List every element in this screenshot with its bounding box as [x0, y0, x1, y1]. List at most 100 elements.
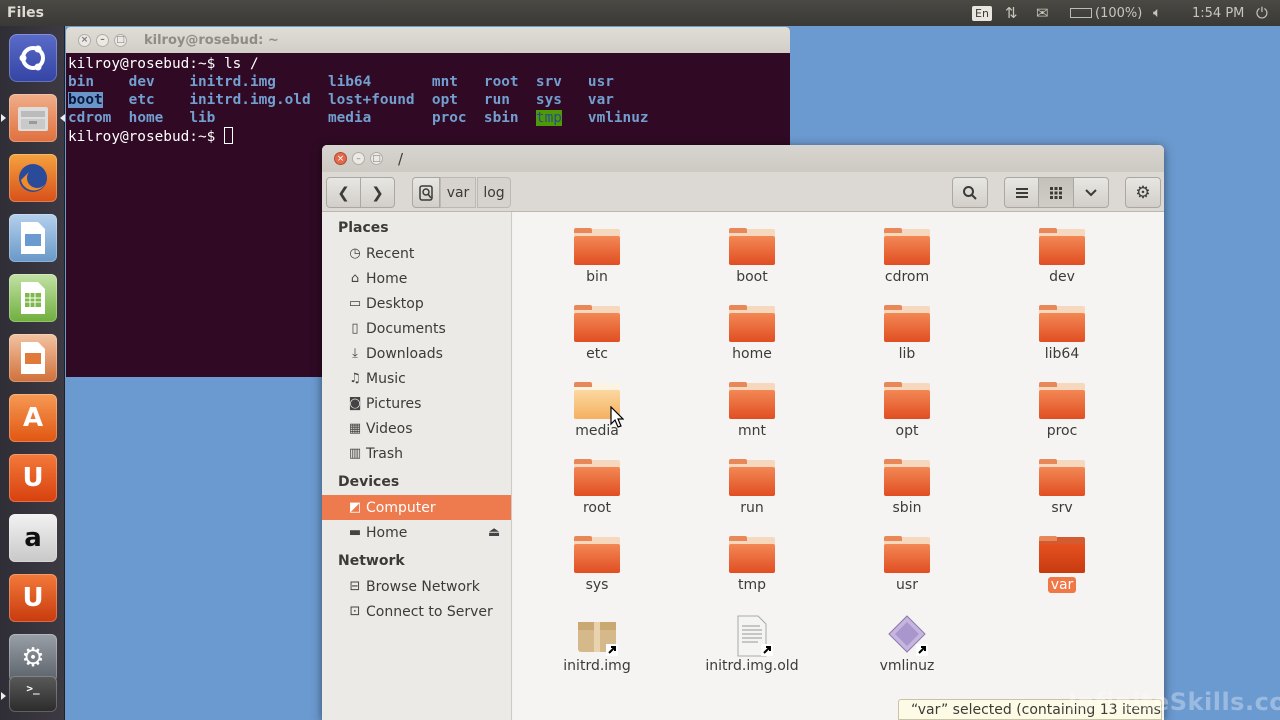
sidebar-item-music[interactable]: ♫ Music — [322, 366, 511, 391]
terminal-output[interactable]: kilroy@rosebud:~$ ls / bin dev initrd.img… — [66, 53, 790, 147]
file-item-srv[interactable]: srv — [1002, 459, 1122, 532]
file-item-home[interactable]: home — [692, 305, 812, 378]
chevron-down-icon — [1085, 188, 1097, 196]
sidebar-item-browse-network[interactable]: ⊟ Browse Network — [322, 574, 511, 599]
file-item-bin[interactable]: bin — [537, 228, 657, 301]
close-icon[interactable]: × — [78, 33, 91, 47]
folder-icon — [729, 228, 775, 265]
search-button[interactable] — [952, 177, 988, 208]
sidebar-item-home[interactable]: ▬ Home ⏏ — [322, 520, 511, 545]
launcher: A U a U ⚙ >_ — [0, 26, 65, 720]
file-item-initrd-img-old[interactable]: initrd.img.old — [692, 614, 812, 686]
file-item-dev[interactable]: dev — [1002, 228, 1122, 301]
file-item-etc[interactable]: etc — [537, 305, 657, 378]
ls-entry: proc — [431, 110, 467, 126]
power-icon[interactable]: ⏻ — [1256, 0, 1268, 26]
minimize-icon[interactable]: – — [352, 152, 365, 165]
file-item-label: sys — [585, 577, 609, 593]
file-item-tmp[interactable]: tmp — [692, 536, 812, 609]
network-icon[interactable]: ⇅ — [1005, 0, 1018, 26]
sidebar-item-recent[interactable]: ◷ Recent — [322, 241, 511, 266]
terminal-prompt: kilroy@rosebud:~$ — [68, 129, 224, 145]
file-item-cdrom[interactable]: cdrom — [847, 228, 967, 301]
amazon-icon[interactable]: a — [9, 514, 57, 562]
download-icon: ⤓ — [352, 346, 358, 361]
clock[interactable]: 1:54 PM — [1192, 0, 1244, 26]
file-item-sbin[interactable]: sbin — [847, 459, 967, 532]
file-item-var[interactable]: var — [1002, 536, 1122, 609]
home-icon: ⌂ — [350, 271, 360, 286]
volume-icon[interactable]: 🔈︎ — [1153, 0, 1161, 26]
file-item-label: sbin — [892, 500, 922, 516]
mail-icon[interactable]: ✉ — [1036, 0, 1049, 26]
ls-entry: lib64 — [327, 74, 372, 90]
battery-indicator[interactable]: (100%) — [1070, 0, 1142, 26]
list-view-button[interactable] — [1004, 177, 1039, 208]
grid-view-button[interactable] — [1038, 177, 1074, 208]
file-item-boot[interactable]: boot — [692, 228, 812, 301]
gear-icon: ⚙ — [1135, 182, 1151, 203]
file-item-mnt[interactable]: mnt — [692, 382, 812, 455]
ls-entry: sys — [535, 92, 562, 108]
sidebar-item-desktop[interactable]: ▭ Desktop — [322, 291, 511, 316]
breadcrumb-var[interactable]: var — [440, 177, 476, 208]
close-icon[interactable]: × — [334, 152, 347, 165]
file-item-run[interactable]: run — [692, 459, 812, 532]
binary-link-icon — [885, 614, 929, 658]
file-grid: bin boot cdrom dev etc home lib lib64 media mnt op… — [513, 212, 1164, 720]
sidebar-item-label: Connect to Server — [366, 603, 493, 620]
file-item-opt[interactable]: opt — [847, 382, 967, 455]
file-item-usr[interactable]: usr — [847, 536, 967, 609]
maximize-icon[interactable]: □ — [114, 33, 127, 47]
sidebar-item-videos[interactable]: ▦ Videos — [322, 416, 511, 441]
folder-icon — [1039, 536, 1085, 573]
file-item-label: dev — [1049, 269, 1075, 285]
view-options-button[interactable] — [1073, 177, 1109, 208]
file-item-media[interactable]: media — [537, 382, 657, 455]
clock-icon: ◷ — [349, 246, 361, 261]
sidebar-item-documents[interactable]: ▯ Documents — [322, 316, 511, 341]
system-settings-icon[interactable]: ⚙ — [9, 634, 57, 682]
eject-icon[interactable]: ⏏ — [488, 525, 500, 540]
file-item-sys[interactable]: sys — [537, 536, 657, 609]
forward-button[interactable]: ❯ — [360, 177, 395, 208]
file-item-lib[interactable]: lib — [847, 305, 967, 378]
back-button[interactable]: ❮ — [326, 177, 361, 208]
sidebar-item-downloads[interactable]: ⤓ Downloads — [322, 341, 511, 366]
keyboard-indicator[interactable]: En — [972, 0, 992, 26]
sidebar-item-pictures[interactable]: ◙ Pictures — [322, 391, 511, 416]
minimize-icon[interactable]: – — [96, 33, 109, 47]
files-icon[interactable] — [9, 94, 57, 142]
sidebar-item-trash[interactable]: ▥ Trash — [322, 441, 511, 466]
ubuntu-one-icon[interactable]: U — [9, 454, 57, 502]
settings-button[interactable]: ⚙ — [1125, 177, 1161, 208]
sidebar-item-connect-to-server[interactable]: ⊡ Connect to Server — [322, 599, 511, 624]
file-item-vmlinuz[interactable]: vmlinuz — [847, 614, 967, 686]
file-item-lib64[interactable]: lib64 — [1002, 305, 1122, 378]
sidebar-item-home[interactable]: ⌂ Home — [322, 266, 511, 291]
root-location-icon[interactable] — [412, 177, 440, 208]
terminal-line-1: kilroy@rosebud:~$ ls / — [68, 56, 259, 72]
ls-entry: cdrom — [68, 110, 112, 126]
terminal-icon[interactable]: >_ — [9, 676, 57, 712]
maximize-icon[interactable]: □ — [370, 152, 383, 165]
file-item-label: usr — [896, 577, 918, 593]
firefox-icon[interactable] — [9, 154, 57, 202]
search-icon — [963, 185, 977, 200]
grid-view-icon — [1050, 186, 1062, 199]
file-item-root[interactable]: root — [537, 459, 657, 532]
ls-entry: etc — [128, 92, 155, 108]
software-center-icon[interactable]: A — [9, 394, 57, 442]
file-item-proc[interactable]: proc — [1002, 382, 1122, 455]
libreoffice-impress-icon[interactable] — [9, 334, 57, 382]
ls-entry: bin — [68, 74, 94, 90]
sidebar-item-computer[interactable]: ◩ Computer — [322, 495, 511, 520]
ubuntu-one-music-icon[interactable]: U — [9, 574, 57, 622]
file-item-label: lib — [898, 346, 916, 362]
breadcrumb-log[interactable]: log — [477, 177, 511, 208]
libreoffice-writer-icon[interactable] — [9, 214, 57, 262]
file-item-initrd-img[interactable]: initrd.img — [537, 614, 657, 686]
libreoffice-calc-icon[interactable] — [9, 274, 57, 322]
folder-icon — [729, 459, 775, 496]
ubuntu-logo-icon[interactable] — [9, 34, 57, 82]
